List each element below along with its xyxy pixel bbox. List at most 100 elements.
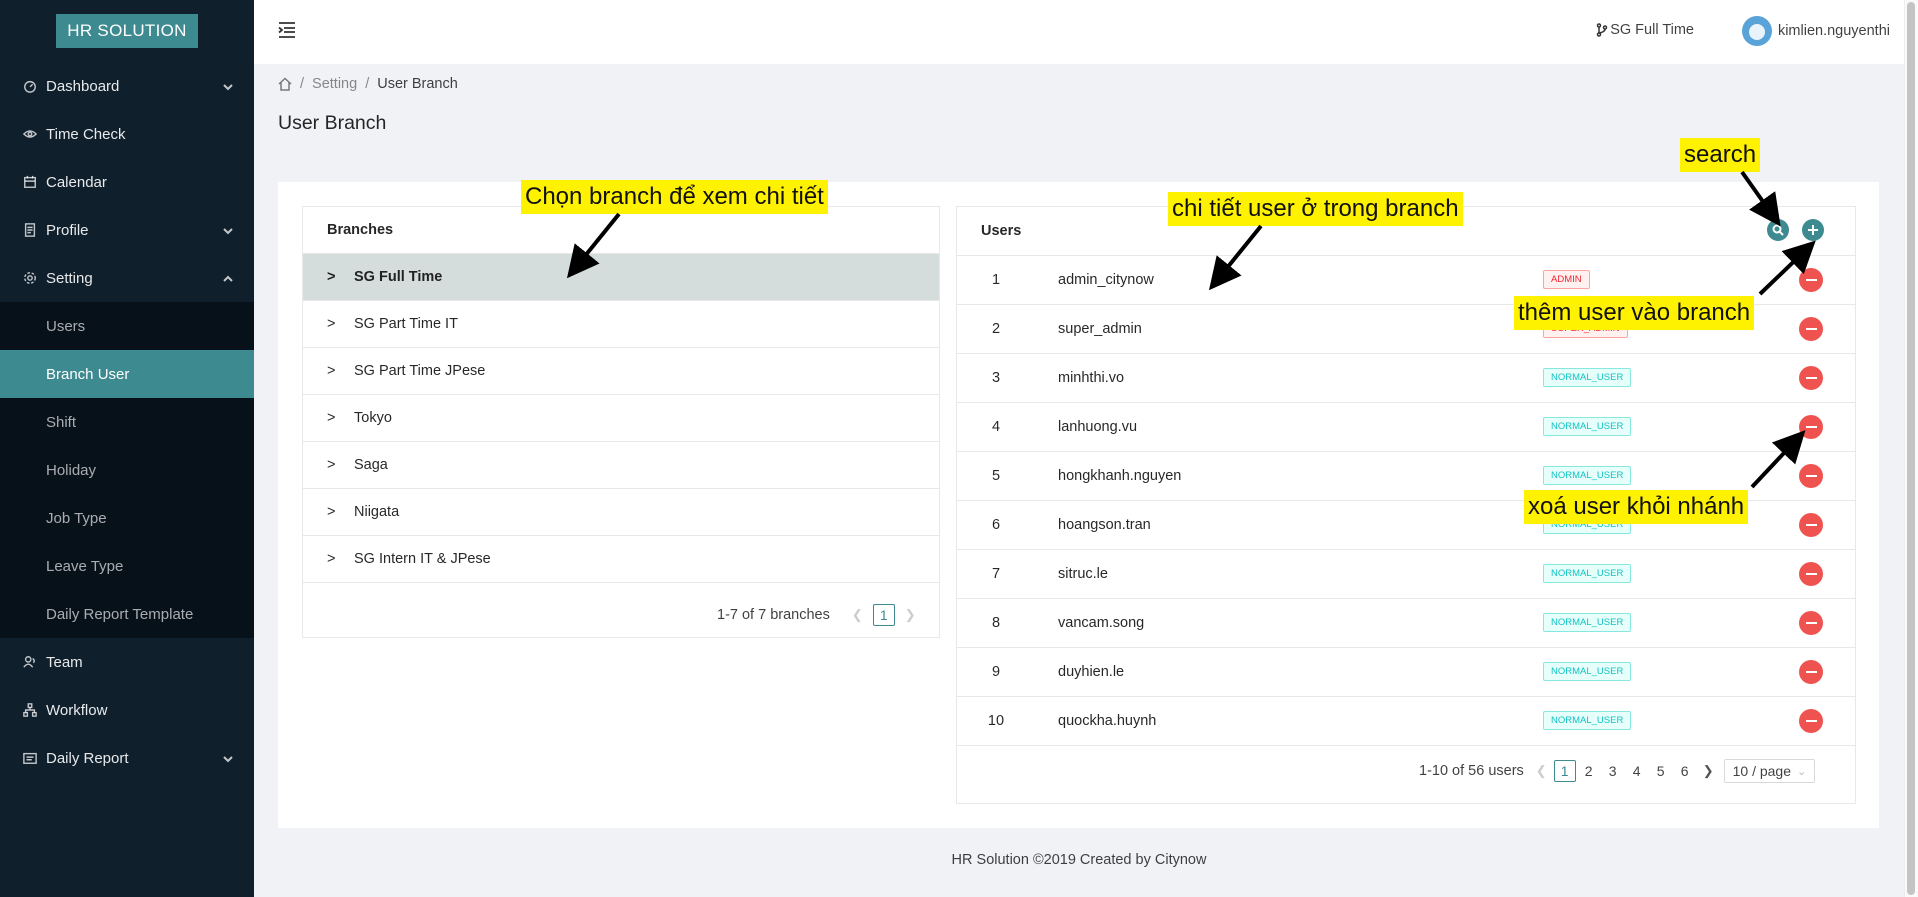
setting-submenu: Users Branch User Shift Holiday Job Type… (0, 302, 254, 638)
page-2[interactable]: 2 (1578, 760, 1600, 782)
branches-title: Branches (303, 207, 939, 254)
sidebar-item-team[interactable]: Team (0, 638, 254, 686)
branch-item[interactable]: > SG Intern IT & JPese (303, 536, 939, 583)
branch-item[interactable]: > SG Full Time (303, 254, 939, 301)
row-number: 3 (991, 370, 1001, 386)
remove-user-button[interactable] (1799, 562, 1823, 586)
table-row: 10 quockha.huynh NORMAL_USER (957, 697, 1855, 746)
footer: HR Solution ©2019 Created by Citynow (951, 852, 1207, 868)
home-icon[interactable] (278, 77, 292, 91)
branches-card: Branches > SG Full Time > SG Part Time IT > S… (302, 206, 940, 638)
row-number: 7 (991, 566, 1001, 582)
sidebar-item-label: Daily Report (46, 749, 129, 767)
username-cell: lanhuong.vu (1058, 419, 1138, 435)
username-cell: admin_citynow (1058, 272, 1154, 288)
page-6[interactable]: 6 (1674, 760, 1696, 782)
username-cell: hoangson.tran (1058, 517, 1151, 533)
expand-arrow-icon: > (327, 457, 336, 473)
branch-item[interactable]: > Tokyo (303, 395, 939, 442)
profile-icon (22, 222, 38, 238)
role-badge: NORMAL_USER (1543, 613, 1632, 632)
sidebar-item-profile[interactable]: Profile (0, 206, 254, 254)
sidebar-item-label: Team (46, 653, 83, 671)
remove-user-button[interactable] (1799, 464, 1823, 488)
remove-user-button[interactable] (1799, 513, 1823, 537)
plus-icon (1808, 225, 1818, 235)
sidebar-item-calendar[interactable]: Calendar (0, 158, 254, 206)
gear-icon (22, 270, 38, 286)
annotation-choose-branch: Chọn branch để xem chi tiết (521, 180, 828, 214)
sidebar-item-time-check[interactable]: Time Check (0, 110, 254, 158)
logo-area: HR SOLUTION (0, 0, 254, 62)
row-number: 5 (991, 468, 1001, 484)
page-scrollbar[interactable] (1904, 0, 1918, 897)
page-size-select[interactable]: 10 / page ⌄ (1723, 759, 1816, 783)
remove-user-button[interactable] (1799, 709, 1823, 733)
chevron-down-icon (222, 224, 234, 236)
minus-icon (1805, 475, 1817, 477)
branch-name: Tokyo (354, 410, 392, 426)
branch-item[interactable]: > Niigata (303, 489, 939, 536)
page-1[interactable]: 1 (1553, 760, 1576, 782)
page-1[interactable]: 1 (872, 604, 895, 626)
prev-page-icon[interactable]: ❮ (852, 607, 863, 623)
report-icon (22, 750, 38, 766)
page-4[interactable]: 4 (1626, 760, 1648, 782)
sidebar-item-workflow[interactable]: Workflow (0, 686, 254, 734)
next-page-icon[interactable]: ❯ (905, 607, 916, 623)
next-page-icon[interactable]: ❯ (1703, 763, 1714, 779)
current-branch-label: SG Full Time (1610, 22, 1694, 38)
avatar (1741, 16, 1772, 46)
username-cell: sitruc.le (1058, 566, 1108, 582)
sidebar-item-label: Workflow (46, 701, 108, 719)
sidebar-item-branch-user[interactable]: Branch User (0, 350, 254, 398)
menu-fold-icon[interactable] (278, 22, 296, 38)
sidebar-item-dashboard[interactable]: Dashboard (0, 62, 254, 110)
sidebar-item-label: Dashboard (46, 77, 120, 95)
role-badge: NORMAL_USER (1543, 466, 1632, 485)
minus-icon (1805, 622, 1817, 624)
minus-icon (1805, 720, 1817, 722)
branch-item[interactable]: > SG Part Time JPese (303, 348, 939, 395)
sidebar-item-shift[interactable]: Shift (0, 398, 254, 446)
annotation-remove-user: xoá user khỏi nhánh (1524, 490, 1749, 524)
add-user-button[interactable] (1802, 219, 1824, 241)
username-cell: quockha.huynh (1058, 713, 1157, 729)
row-number: 4 (991, 419, 1001, 435)
sidebar-item-daily-report[interactable]: Daily Report (0, 734, 254, 782)
branch-item[interactable]: > Saga (303, 442, 939, 489)
page-numbers: 123456 (1553, 760, 1697, 782)
remove-user-button[interactable] (1799, 317, 1823, 341)
remove-user-button[interactable] (1799, 268, 1823, 292)
sidebar-item-job-type[interactable]: Job Type (0, 494, 254, 542)
app-logo[interactable]: HR SOLUTION (56, 14, 198, 48)
sidebar: HR SOLUTION Dashboard Time Check Calenda… (0, 0, 254, 897)
sidebar-item-leave-type[interactable]: Leave Type (0, 542, 254, 590)
table-row: 4 lanhuong.vu NORMAL_USER (957, 403, 1855, 452)
page-5[interactable]: 5 (1650, 760, 1672, 782)
minus-icon (1805, 524, 1817, 526)
role-badge: NORMAL_USER (1543, 564, 1632, 583)
user-menu[interactable]: kimlien.nguyenthi (1741, 16, 1890, 46)
search-button[interactable] (1767, 219, 1789, 241)
remove-user-button[interactable] (1799, 366, 1823, 390)
page-3[interactable]: 3 (1602, 760, 1624, 782)
top-header: SG Full Time kimlien.nguyenthi (254, 0, 1904, 64)
workflow-icon (22, 702, 38, 718)
remove-user-button[interactable] (1799, 611, 1823, 635)
sidebar-item-daily-report-template[interactable]: Daily Report Template (0, 590, 254, 638)
table-row: 3 minhthi.vo NORMAL_USER (957, 354, 1855, 403)
prev-page-icon[interactable]: ❮ (1536, 763, 1547, 779)
sidebar-item-setting[interactable]: Setting (0, 254, 254, 302)
sidebar-item-users[interactable]: Users (0, 302, 254, 350)
current-branch[interactable]: SG Full Time (1596, 22, 1694, 38)
scrollbar-thumb[interactable] (1907, 2, 1915, 895)
branch-item[interactable]: > SG Part Time IT (303, 301, 939, 348)
minus-icon (1805, 279, 1817, 281)
username-cell: minhthi.vo (1058, 370, 1125, 386)
annotation-search: search (1680, 138, 1761, 172)
remove-user-button[interactable] (1799, 415, 1823, 439)
breadcrumb-setting[interactable]: Setting (312, 76, 357, 92)
remove-user-button[interactable] (1799, 660, 1823, 684)
sidebar-item-holiday[interactable]: Holiday (0, 446, 254, 494)
